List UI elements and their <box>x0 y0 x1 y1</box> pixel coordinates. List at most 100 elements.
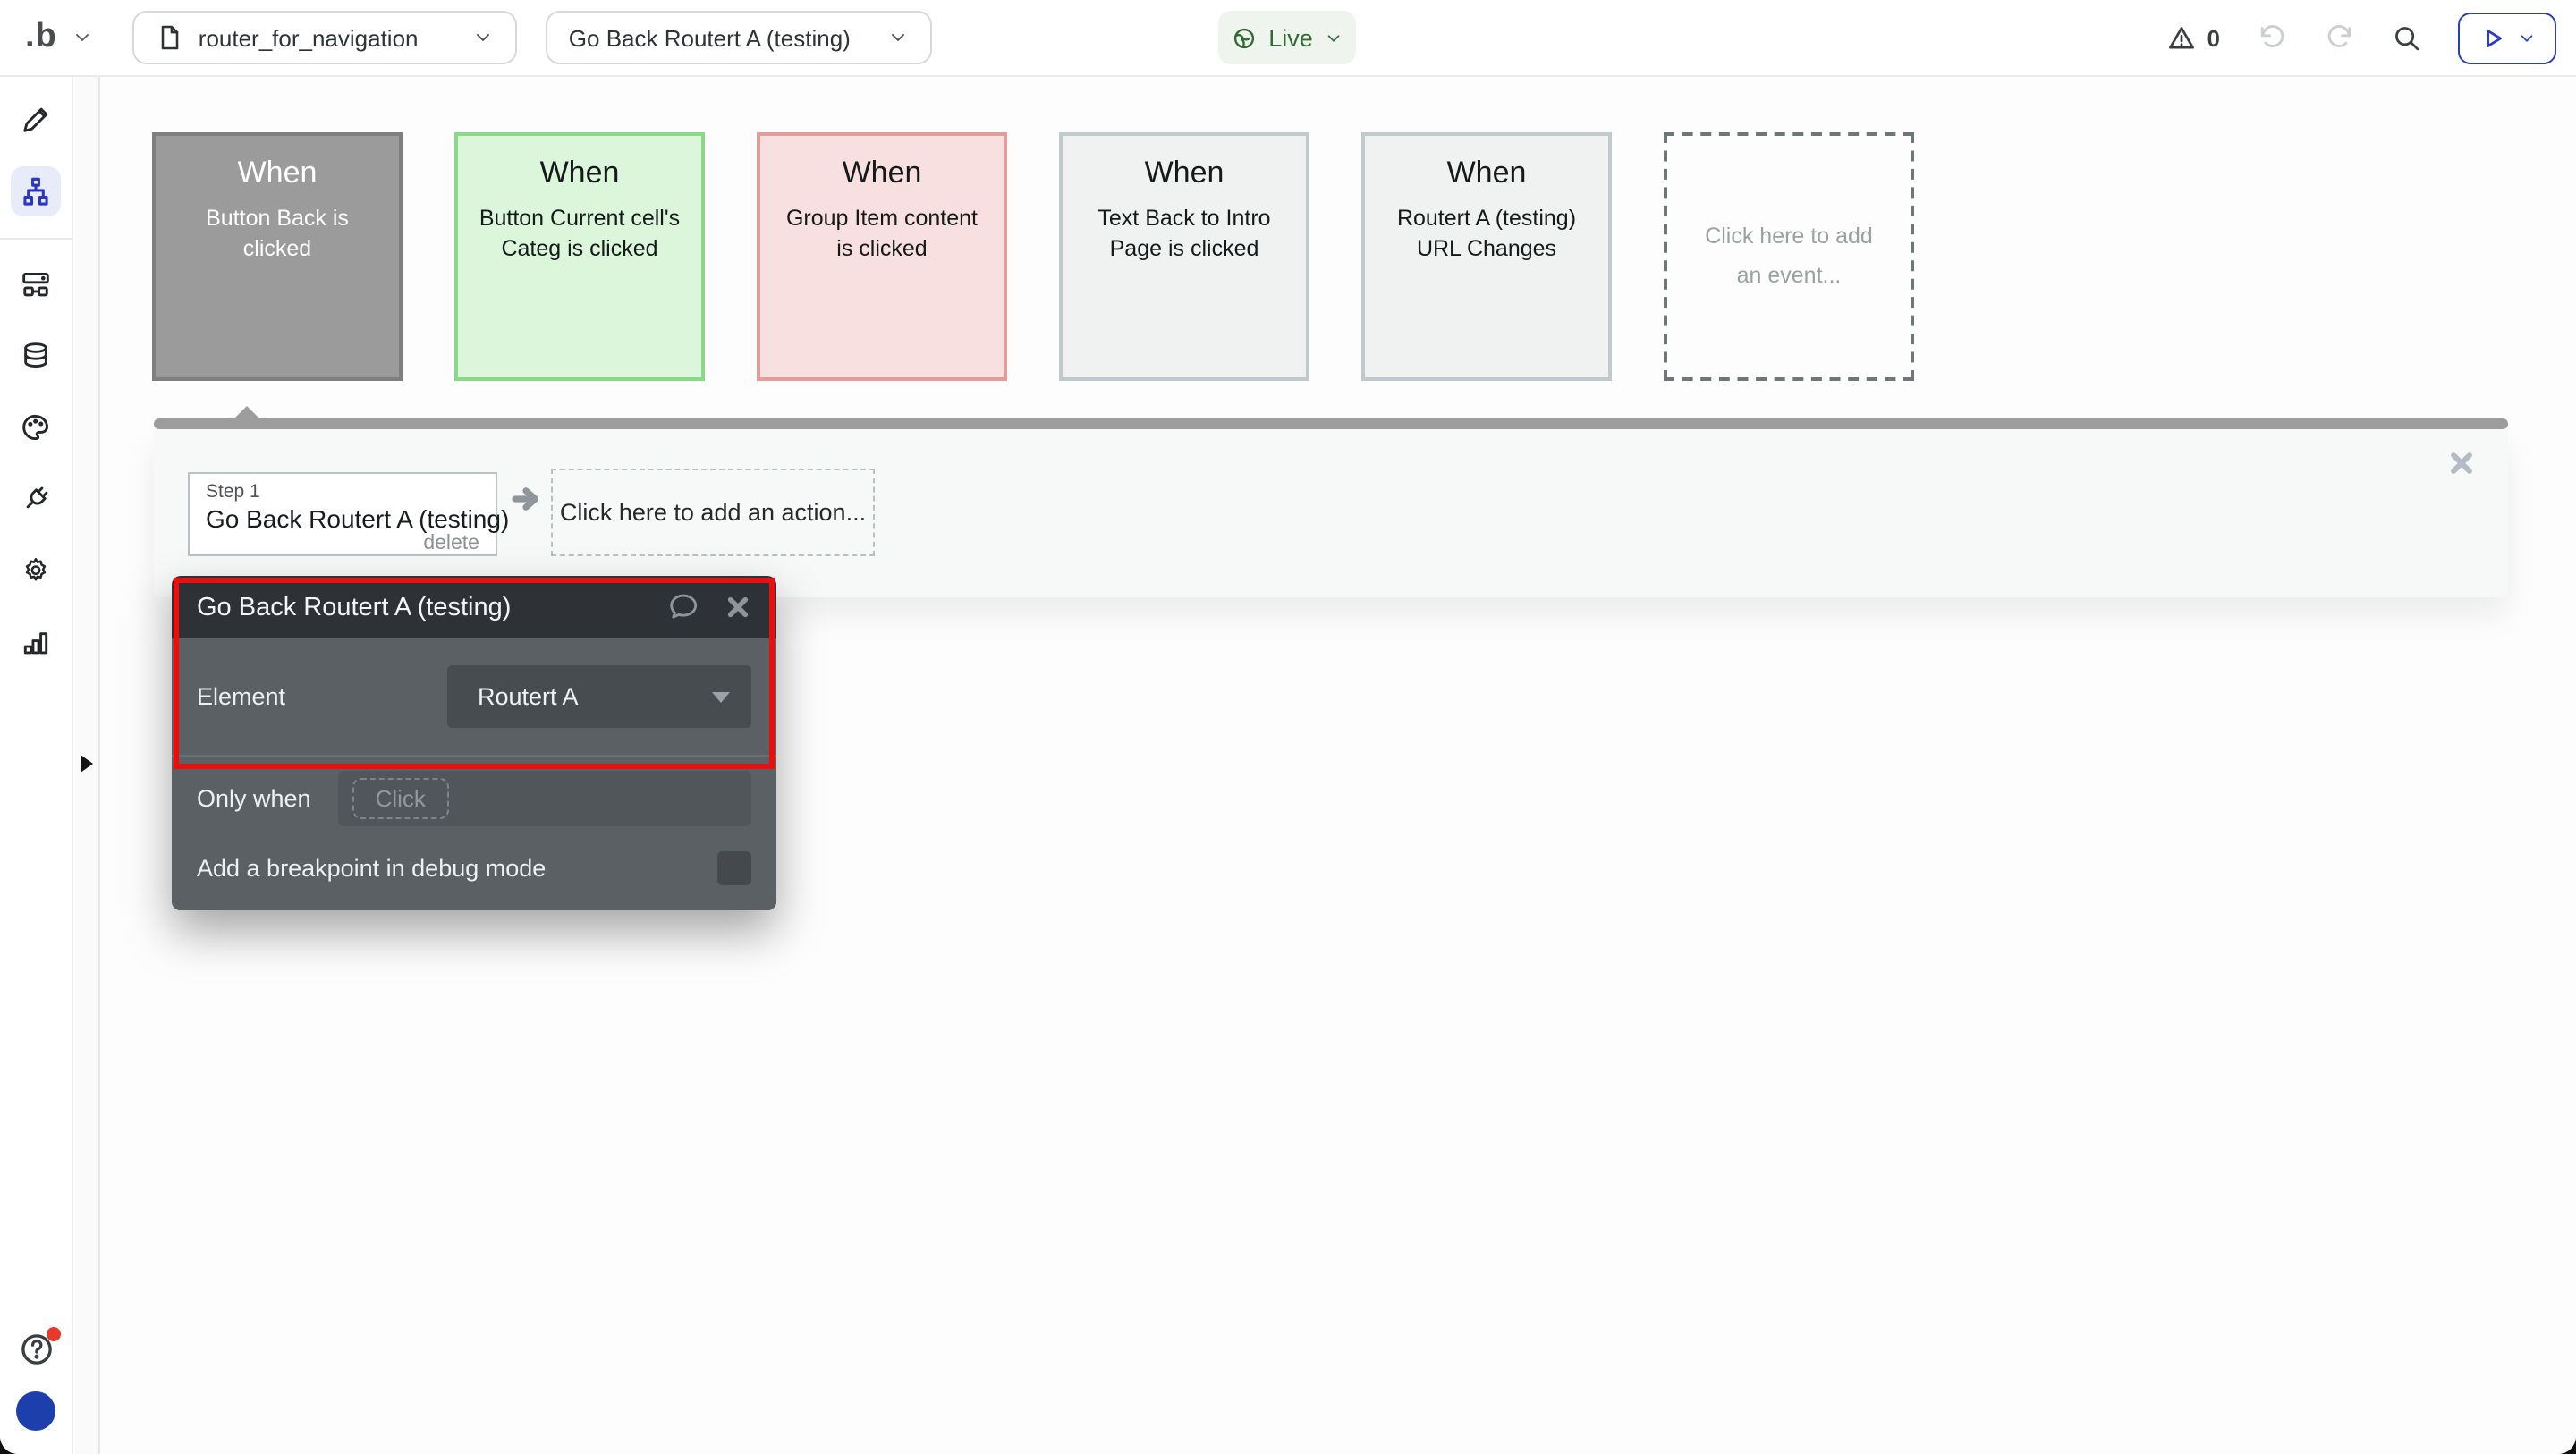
action-properties-dialog: Go Back Routert A (testing) Element Rout… <box>172 576 776 910</box>
undo-icon <box>2256 21 2288 54</box>
bubble-logo: .b <box>25 18 57 57</box>
help-button[interactable] <box>17 1331 55 1368</box>
close-dialog-button[interactable] <box>724 594 751 621</box>
event-title: When <box>1365 156 1608 191</box>
click-placeholder-chip[interactable]: Click <box>352 778 449 819</box>
environment-label: Live <box>1268 24 1313 51</box>
breakpoint-checkbox[interactable] <box>717 851 751 885</box>
event-subtitle: Group Item content is clicked <box>760 204 1004 266</box>
comment-icon <box>665 590 701 624</box>
sidebar-item-settings[interactable] <box>11 545 61 596</box>
bubble-editor-window: .b router_for_navigation Go Back Routert… <box>0 0 2576 1454</box>
steps-panel-bar <box>154 418 2508 429</box>
element-select-value: Routert A <box>478 683 579 710</box>
dialog-title: Go Back Routert A (testing) <box>197 593 511 621</box>
plug-icon <box>20 483 52 515</box>
breakpoint-row: Add a breakpoint in debug mode <box>172 841 776 910</box>
event-title: When <box>458 156 701 191</box>
globe-icon <box>1231 24 1258 51</box>
panel-collapse-strip <box>75 75 100 1454</box>
event-subtitle: Text Back to Intro Page is clicked <box>1063 204 1306 266</box>
left-sidebar <box>0 75 73 1454</box>
next-action-arrow-icon <box>510 485 542 513</box>
breakpoint-label: Add a breakpoint in debug mode <box>197 855 546 882</box>
preview-button[interactable] <box>2458 12 2556 63</box>
top-toolbar: .b router_for_navigation Go Back Routert… <box>0 0 2576 77</box>
page-selector[interactable]: router_for_navigation <box>132 11 517 64</box>
sidebar-item-design[interactable] <box>11 95 61 145</box>
database-icon <box>20 340 52 372</box>
event-card[interactable]: When Button Current cell's Categ is clic… <box>454 132 705 381</box>
issues-count: 0 <box>2207 24 2220 51</box>
chevron-down-icon <box>72 27 93 48</box>
page-selector-value: router_for_navigation <box>199 24 419 51</box>
event-card[interactable]: When Routert A (testing) URL Changes <box>1361 132 1612 381</box>
event-subtitle: Button Back is clicked <box>156 204 399 266</box>
gear-icon <box>20 554 52 587</box>
step-title: Go Back Routert A (testing) <box>206 504 479 533</box>
step-number-label: Step 1 <box>206 481 479 503</box>
workflow-selector-value: Go Back Routert A (testing) <box>569 24 851 51</box>
add-action-label: Click here to add an action... <box>560 499 866 526</box>
event-card[interactable]: When Group Item content is clicked <box>757 132 1007 381</box>
delete-step-link[interactable]: delete <box>206 533 479 554</box>
sidebar-item-components[interactable] <box>11 259 61 309</box>
undo-button[interactable] <box>2256 21 2288 54</box>
sidebar-item-logs[interactable] <box>11 617 61 667</box>
event-subtitle: Routert A (testing) URL Changes <box>1365 204 1608 266</box>
redo-icon <box>2324 21 2356 54</box>
play-icon <box>2479 24 2505 51</box>
page-icon <box>156 23 184 52</box>
pencil-icon <box>20 104 52 136</box>
element-label: Element <box>197 683 285 710</box>
redo-button[interactable] <box>2324 21 2356 54</box>
user-avatar[interactable] <box>16 1391 55 1431</box>
workflow-selector[interactable]: Go Back Routert A (testing) <box>546 11 932 64</box>
close-icon <box>2447 449 2476 478</box>
add-action-placeholder[interactable]: Click here to add an action... <box>551 469 875 556</box>
palette-icon <box>20 411 52 444</box>
caret-down-icon <box>712 691 730 702</box>
notification-dot <box>46 1327 60 1341</box>
search-icon <box>2392 22 2422 53</box>
element-row: Element Routert A <box>172 638 776 757</box>
element-select[interactable]: Routert A <box>447 665 751 728</box>
chevron-down-icon <box>887 27 909 48</box>
close-steps-panel-button[interactable] <box>2447 449 2476 478</box>
event-title: When <box>1063 156 1306 191</box>
only-when-label: Only when <box>197 785 311 812</box>
bubble-logo-menu[interactable]: .b <box>25 18 93 57</box>
dialog-header[interactable]: Go Back Routert A (testing) <box>172 576 776 638</box>
issues-indicator[interactable]: 0 <box>2166 22 2220 53</box>
close-icon <box>724 594 751 621</box>
event-subtitle: Button Current cell's Categ is clicked <box>458 204 701 266</box>
sidebar-item-data[interactable] <box>11 331 61 381</box>
event-cards-row: When Button Back is clicked When Button … <box>152 132 1914 381</box>
add-event-placeholder[interactable]: Click here to add an event... <box>1664 132 1914 381</box>
chevron-down-icon <box>472 27 494 48</box>
chevron-down-icon <box>2516 28 2536 47</box>
only-when-row: Only when Click <box>172 757 776 841</box>
environment-selector[interactable]: Live <box>1218 11 1356 64</box>
steps-panel: Step 1 Go Back Routert A (testing) delet… <box>154 429 2508 597</box>
add-event-label: Click here to add an event... <box>1692 219 1885 295</box>
event-card[interactable]: When Text Back to Intro Page is clicked <box>1059 132 1309 381</box>
components-icon <box>20 268 52 300</box>
event-title: When <box>760 156 1004 191</box>
comment-button[interactable] <box>665 590 701 624</box>
bar-chart-icon <box>20 626 52 658</box>
warning-icon <box>2166 22 2197 53</box>
event-card-selected[interactable]: When Button Back is clicked <box>152 132 402 381</box>
sidebar-item-workflow[interactable] <box>11 166 61 216</box>
only-when-input[interactable]: Click <box>338 771 751 826</box>
sidebar-item-plugins[interactable] <box>11 474 61 524</box>
sidebar-divider <box>0 238 72 240</box>
dialog-body: Element Routert A Only when Click Add a … <box>172 638 776 910</box>
step-card[interactable]: Step 1 Go Back Routert A (testing) delet… <box>188 472 497 556</box>
chevron-down-icon <box>1324 28 1343 47</box>
event-pointer-notch <box>233 406 261 420</box>
sidebar-item-styles[interactable] <box>11 402 61 452</box>
search-button[interactable] <box>2392 22 2422 53</box>
event-title: When <box>156 156 399 191</box>
expand-panel-arrow[interactable] <box>80 755 93 773</box>
